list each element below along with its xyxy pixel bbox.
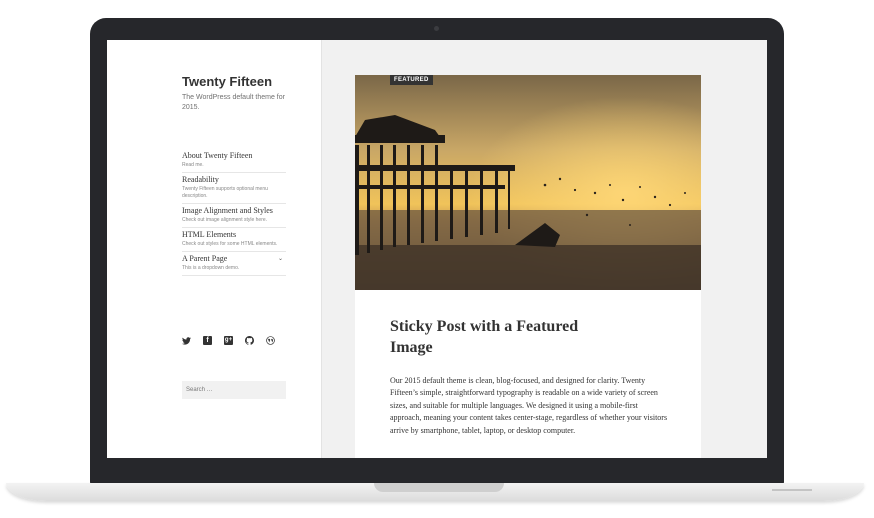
menu-item-html-elements[interactable]: HTML Elements Check out styles for some … [182,228,286,252]
menu-item-description: This is a dropdown demo. [182,265,240,271]
menu-item-readability[interactable]: Readability Twenty Fifteen supports opti… [182,173,286,204]
laptop-base [6,483,864,501]
chevron-down-icon[interactable]: ⌄ [278,255,283,262]
menu-item-title[interactable]: Image Alignment and Styles [182,206,286,215]
laptop-base-notch [374,483,504,492]
github-icon[interactable] [245,336,254,345]
featured-image[interactable]: FEATURED [355,75,701,290]
post-card: FEATURED Sticky Post with a Featured Ima… [355,75,701,458]
menu-item-image-alignment[interactable]: Image Alignment and Styles Check out ima… [182,204,286,228]
site-title[interactable]: Twenty Fifteen [182,74,272,89]
post-title[interactable]: Sticky Post with a Featured Image [390,316,590,358]
menu-item-about[interactable]: About Twenty Fifteen Read me. [182,149,286,173]
main-menu: About Twenty Fifteen Read me. Readabilit… [182,149,286,276]
facebook-icon[interactable]: f [203,336,212,345]
wordpress-icon[interactable] [266,336,275,345]
menu-item-title[interactable]: HTML Elements [182,230,286,239]
pier-sunset-photo [355,75,701,290]
menu-item-parent-page[interactable]: A Parent Page This is a dropdown demo. ⌄ [182,252,286,276]
site-description: The WordPress default theme for 2015. [182,94,285,111]
sidebar: Twenty Fifteen The WordPress default the… [107,40,322,458]
menu-item-description: Check out image alignment style here. [182,217,268,223]
post-body: Our 2015 default theme is clean, blog-fo… [390,376,668,435]
menu-item-description: Twenty Fifteen supports optional menu de… [182,186,268,199]
google-plus-icon[interactable]: g+ [224,336,233,345]
menu-item-title[interactable]: A Parent Page [182,254,286,263]
featured-badge: FEATURED [390,75,433,85]
search-input[interactable]: Search … [182,381,286,399]
menu-item-description: Check out styles for some HTML elements. [182,241,278,247]
browser-screen: Twenty Fifteen The WordPress default the… [107,40,767,458]
social-links: f g+ [182,336,275,345]
menu-item-title[interactable]: Readability [182,175,286,184]
camera-dot [434,26,439,31]
twitter-icon[interactable] [182,336,191,345]
menu-item-title[interactable]: About Twenty Fifteen [182,151,286,160]
laptop-base-foot [772,489,812,491]
menu-item-description: Read me. [182,162,204,168]
